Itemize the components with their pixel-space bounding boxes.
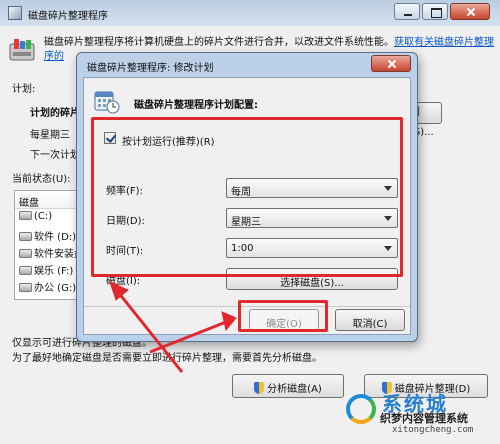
maximize-icon[interactable]	[422, 3, 448, 20]
dialog-heading: 磁盘碎片整理程序计划配置:	[134, 100, 258, 111]
defrag-app-icon	[8, 6, 22, 20]
disk-name: 软件 (D:)	[34, 232, 77, 243]
drive-icon	[19, 249, 32, 258]
disk-name: 办公 (G:)	[34, 283, 77, 294]
dialog-title: 磁盘碎片整理程序: 修改计划	[87, 63, 214, 74]
defrag-icon	[9, 39, 35, 61]
schedule-runs-text: 计划的碎片	[30, 108, 80, 119]
main-titlebar: 磁盘碎片整理程序	[0, 0, 500, 26]
ok-highlight-box	[238, 300, 328, 332]
schedule-day-text: 每星期三	[30, 130, 70, 141]
site-watermark: 系统城 织梦内容管理系统 xitongcheng.com	[344, 390, 500, 444]
analyze-disk-button[interactable]: 分析磁盘(A)	[232, 374, 344, 398]
cancel-button[interactable]: 取消(C)	[335, 309, 405, 331]
disk-name: 娱乐 (F:)	[34, 266, 74, 277]
window-controls	[394, 3, 490, 20]
analyze-disk-label: 分析磁盘(A)	[267, 384, 322, 395]
schedule-label: 计划:	[12, 84, 36, 95]
help-link-line2[interactable]: 序的	[44, 51, 64, 62]
dialog-close-icon[interactable]	[371, 55, 411, 72]
drive-icon	[19, 266, 32, 275]
watermark-logo-icon	[346, 394, 376, 424]
schedule-next-text: 下一次计划	[30, 150, 80, 161]
main-window-title: 磁盘碎片整理程序	[28, 11, 108, 22]
watermark-line1: 织梦内容管理系统	[380, 412, 468, 425]
drive-icon	[19, 211, 32, 220]
current-status-label: 当前状态(U):	[12, 174, 71, 185]
description-body: 磁盘碎片整理程序将计算机硬盘上的碎片文件进行合并，以改进文件系统性能。	[44, 37, 394, 48]
calendar-clock-icon	[94, 91, 120, 114]
drive-icon	[19, 232, 32, 241]
watermark-line2: xitongcheng.com	[392, 425, 474, 435]
minimize-icon[interactable]	[394, 3, 420, 20]
shield-icon	[254, 382, 265, 394]
drive-icon	[19, 283, 32, 292]
help-link-line1[interactable]: 获取有关磁盘碎片整理	[394, 37, 494, 48]
settings-highlight-box	[91, 117, 403, 277]
close-icon[interactable]	[450, 3, 490, 20]
disk-name: (C:)	[34, 211, 53, 222]
note-line-2: 为了最好地确定磁盘是否需要立即进行碎片整理，需要首先分析磁盘。	[12, 353, 322, 364]
